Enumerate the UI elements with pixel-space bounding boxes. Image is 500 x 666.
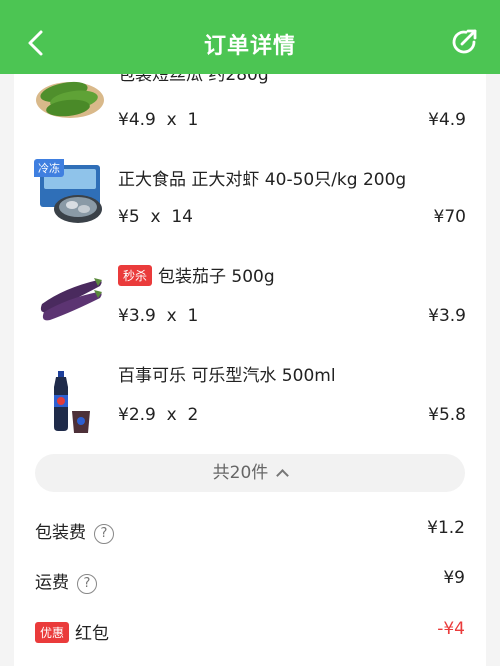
red-packet-row: 优惠 红包 -¥4	[35, 619, 465, 647]
item-quantity: ¥3.9 x 1	[118, 306, 199, 326]
cola-bottle-product-image	[54, 371, 90, 433]
item-quantity: ¥5 x 14	[118, 207, 193, 227]
order-item[interactable]: 包装短丝瓜 约280g ¥4.9 x 1 ¥4.9	[14, 74, 486, 164]
item-name: 秒杀 包装茄子 500g	[118, 262, 275, 287]
item-name: 包装短丝瓜 约280g	[118, 74, 269, 85]
header-bar: 订单详情	[0, 12, 500, 74]
share-icon[interactable]	[448, 26, 480, 58]
chevron-up-icon	[276, 469, 290, 482]
packaging-fee-value: ¥1.2	[427, 518, 465, 538]
order-item[interactable]: 冷冻 正大食品 正大对虾 40-50只/kg 200g ¥5 x 14 ¥70	[14, 159, 486, 261]
item-quantity: ¥4.9 x 1	[118, 110, 199, 130]
item-name: 百事可乐 可乐型汽水 500ml	[118, 366, 336, 386]
delivery-fee-value: ¥9	[443, 568, 465, 588]
packaging-fee-label: 包装费	[35, 523, 86, 543]
page-title: 订单详情	[203, 34, 296, 59]
status-bar	[0, 0, 500, 12]
item-subtotal: ¥5.8	[428, 405, 466, 425]
help-icon[interactable]: ?	[77, 574, 97, 594]
item-subtotal: ¥3.9	[428, 306, 466, 326]
order-item[interactable]: 百事可乐 可乐型汽水 500ml ¥2.9 x 2 ¥5.8	[14, 361, 486, 459]
item-subtotal: ¥4.9	[428, 110, 466, 130]
order-card: 包装短丝瓜 约280g ¥4.9 x 1 ¥4.9 冷冻 正大食品 正大对虾 4…	[14, 74, 486, 666]
discount-badge: 优惠	[35, 622, 70, 643]
item-quantity: ¥2.9 x 2	[118, 405, 199, 425]
loofah-product-image	[36, 81, 104, 118]
collapse-items-button[interactable]: 共20件	[35, 454, 465, 492]
delivery-fee-label: 运费	[35, 573, 69, 593]
packaging-fee-row: 包装费? ¥1.2	[35, 518, 465, 546]
frozen-tag: 冷冻	[34, 159, 64, 177]
flash-sale-tag: 秒杀	[118, 265, 153, 286]
help-icon[interactable]: ?	[94, 524, 114, 544]
item-subtotal: ¥70	[433, 207, 466, 227]
order-item[interactable]: 秒杀 包装茄子 500g ¥3.9 x 1 ¥3.9	[14, 262, 486, 360]
item-name: 正大食品 正大对虾 40-50只/kg 200g	[118, 170, 407, 190]
eggplant-product-image	[40, 278, 102, 321]
red-packet-label: 红包	[75, 624, 110, 644]
delivery-fee-row: 运费? ¥9	[35, 568, 465, 596]
total-count-label: 共20件	[212, 463, 269, 483]
red-packet-value: -¥4	[437, 619, 465, 639]
